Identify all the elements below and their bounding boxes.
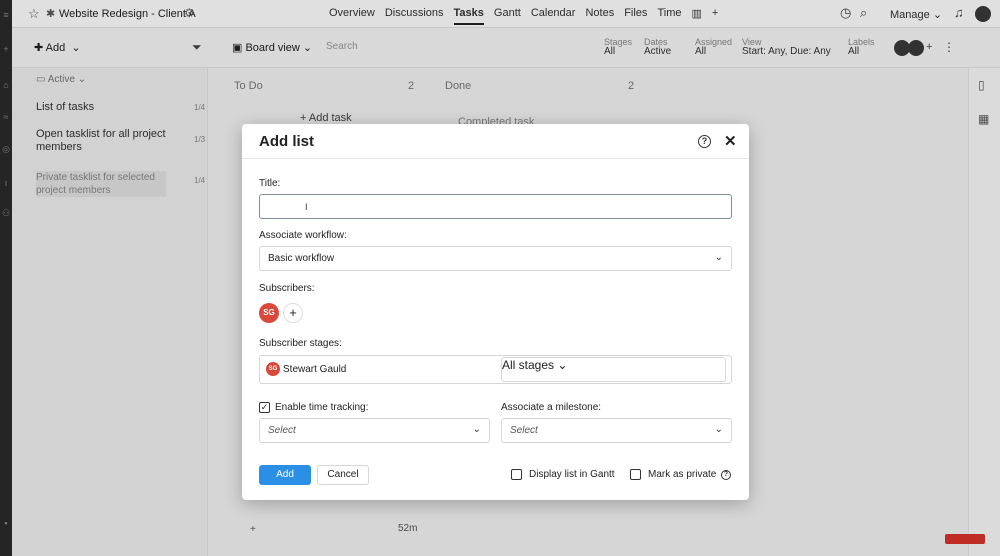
time-tracking-checkbox[interactable]: ✓ bbox=[259, 402, 270, 413]
workflow-value: Basic workflow bbox=[268, 253, 335, 264]
chevron-down-icon: ⌄ bbox=[714, 424, 723, 435]
chevron-down-icon: ⌄ bbox=[472, 424, 481, 435]
close-icon[interactable]: ✕ bbox=[724, 132, 737, 150]
text-cursor: I bbox=[305, 202, 308, 212]
milestone-label: Associate a milestone: bbox=[501, 402, 602, 413]
subscriber-stage-row: SG Stewart Gauld All stages ⌄ bbox=[259, 355, 732, 384]
title-label: Title: bbox=[259, 178, 281, 189]
subscribers-label: Subscribers: bbox=[259, 283, 315, 294]
chevron-down-icon: ⌄ bbox=[557, 358, 568, 372]
help-icon[interactable]: ? bbox=[698, 135, 711, 148]
subscriber-avatar[interactable]: SG bbox=[259, 303, 279, 323]
stage-user-name: Stewart Gauld bbox=[283, 364, 347, 375]
time-tracking-select[interactable]: Select ⌄ bbox=[259, 418, 490, 443]
workflow-select[interactable]: Basic workflow ⌄ bbox=[259, 246, 732, 271]
add-button[interactable]: Add bbox=[259, 465, 311, 485]
add-subscriber-button[interactable]: + bbox=[283, 303, 303, 323]
stage-user-avatar: SG bbox=[266, 362, 280, 376]
gantt-checkbox[interactable] bbox=[511, 469, 522, 480]
time-tracking-value: Select bbox=[268, 425, 296, 436]
gantt-label: Display list in Gantt bbox=[529, 469, 615, 480]
cancel-button[interactable]: Cancel bbox=[317, 465, 369, 485]
title-input[interactable] bbox=[259, 194, 732, 219]
modal-header: Add list ? ✕ bbox=[242, 124, 749, 159]
stage-select[interactable]: All stages ⌄ bbox=[501, 357, 726, 382]
modal-title: Add list bbox=[259, 133, 314, 150]
private-help-icon[interactable]: ? bbox=[721, 470, 731, 480]
time-tracking-label: Enable time tracking: bbox=[275, 402, 369, 413]
stage-value: All stages bbox=[502, 358, 555, 372]
private-checkbox[interactable] bbox=[630, 469, 641, 480]
add-list-modal: Add list ? ✕ Title: I Associate workflow… bbox=[242, 124, 749, 500]
workflow-label: Associate workflow: bbox=[259, 230, 347, 241]
milestone-select[interactable]: Select ⌄ bbox=[501, 418, 732, 443]
private-label: Mark as private bbox=[648, 469, 717, 480]
milestone-value: Select bbox=[510, 425, 538, 436]
chevron-down-icon: ⌄ bbox=[714, 252, 723, 263]
stages-label: Subscriber stages: bbox=[259, 338, 342, 349]
